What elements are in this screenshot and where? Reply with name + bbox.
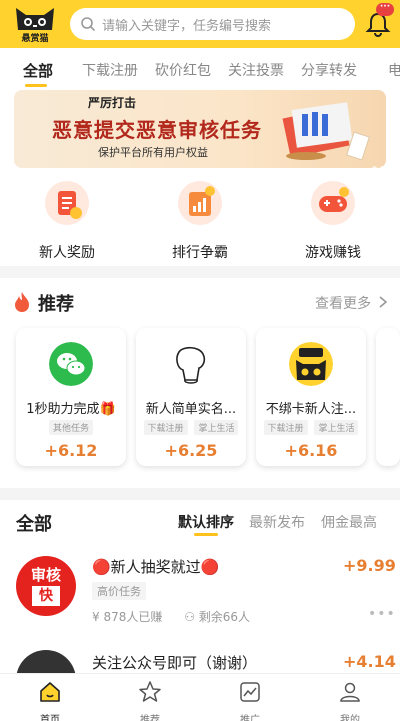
card-reward: +6.16 <box>284 441 338 460</box>
nav-recommend[interactable]: 推荐 <box>120 680 180 721</box>
card-tags: 下载注册 掌上生活 <box>256 420 366 435</box>
quick-links: 新人奖励 排行争霸 游戏赚钱 <box>0 174 400 266</box>
quick-link-leaderboard[interactable]: 排行争霸 <box>140 180 260 262</box>
task-tag: 高价任务 <box>92 582 146 600</box>
card-reward: +6.12 <box>44 441 98 460</box>
chevron-right-icon <box>379 296 388 308</box>
card-title: 新人简单实名... <box>145 402 237 417</box>
tab-follow-vote[interactable]: 关注投票 <box>228 60 284 80</box>
recommend-card[interactable]: 新人简单实名... 下载注册 掌上生活 +6.25 <box>136 328 246 466</box>
user-icon <box>340 682 360 702</box>
recommend-card[interactable]: 1秒助力完成🎁 其他任务 +6.12 <box>16 328 126 466</box>
nav-label: 我的 <box>340 715 360 721</box>
banner-subtitle-bottom: 保护平台所有用户权益 <box>98 146 208 159</box>
remaining-count: 剩余66人 <box>198 610 251 624</box>
quick-link-game-earn[interactable]: 游戏赚钱 <box>273 180 393 262</box>
recommend-title: 推荐 <box>38 294 74 315</box>
nav-label: 首页 <box>40 715 60 721</box>
task-price: +4.14 <box>343 652 396 671</box>
quick-link-label: 新人奖励 <box>39 245 95 261</box>
sort-newest[interactable]: 最新发布 <box>249 512 305 532</box>
banner-section: 严厉打击 恶意提交恶意审核任务 保护平台所有用户权益 <box>0 90 400 174</box>
nav-label: 推荐 <box>140 715 160 721</box>
card-tag: 掌上生活 <box>194 420 239 435</box>
card-tag: 掌上生活 <box>314 420 359 435</box>
card-tag: 下载注册 <box>263 420 308 435</box>
card-title: 1秒助力完成🎁 <box>26 402 116 417</box>
chart-icon <box>240 682 260 702</box>
gift-list-icon <box>45 181 89 225</box>
logo-text: 悬赏猫 <box>21 34 49 44</box>
card-tags: 其他任务 <box>16 420 126 435</box>
person-icon: ⚇ <box>184 610 199 624</box>
chart-up-icon <box>178 181 222 225</box>
quick-link-label: 游戏赚钱 <box>305 245 361 261</box>
quick-link-label: 排行争霸 <box>172 245 228 261</box>
search-icon <box>81 17 95 31</box>
tab-share-forward[interactable]: 分享转发 <box>301 60 357 80</box>
search-input[interactable]: 请输入关键字，任务编号搜索 <box>70 8 355 40</box>
star-icon <box>139 681 161 702</box>
card-tag: 其他任务 <box>48 420 93 435</box>
cat-outline-icon <box>169 342 213 386</box>
search-placeholder: 请输入关键字，任务编号搜索 <box>102 19 272 34</box>
app-logo[interactable]: 悬赏猫 <box>10 4 60 44</box>
sort-highest-commission[interactable]: 佣金最高 <box>321 512 377 532</box>
avatar-text-bottom: 快 <box>32 586 60 606</box>
task-meta: ¥ 878人已赚 ⚇ 剩余66人 <box>92 608 250 625</box>
bottom-nav: 首页 推荐 推广 我的 <box>0 673 400 721</box>
xuanshangmao-logo-icon <box>289 342 333 386</box>
more-options-icon[interactable]: ••• <box>368 606 396 622</box>
card-reward: +6.25 <box>164 441 218 460</box>
all-tasks-section: 全部 默认排序 最新发布 佣金最高 审核 快 🔴新人抽奖就过🔴 +9.99 高价… <box>0 500 400 710</box>
sort-default[interactable]: 默认排序 <box>178 512 234 532</box>
card-tags: 下载注册 掌上生活 <box>136 420 246 435</box>
category-tabs: 全部 下载注册 砍价红包 关注投票 分享转发 电 <box>0 48 400 90</box>
tab-indicator <box>25 84 47 87</box>
task-title: 🔴新人抽奖就过🔴 <box>92 558 220 576</box>
nav-label: 推广 <box>240 715 260 721</box>
home-icon <box>40 682 60 702</box>
quick-link-newbie-reward[interactable]: 新人奖励 <box>7 180 127 262</box>
banner-subtitle-top: 严厉打击 <box>88 96 137 110</box>
flame-icon <box>15 292 29 312</box>
notification-badge: ··· <box>376 3 394 16</box>
tab-all[interactable]: 全部 <box>23 60 53 81</box>
task-price: +9.99 <box>343 556 396 575</box>
all-tasks-title: 全部 <box>16 514 52 535</box>
earned-count: 878人已赚 <box>103 610 163 624</box>
task-avatar: 审核 快 <box>16 556 76 616</box>
banner-title: 恶意提交恶意审核任务 <box>52 118 262 142</box>
view-more-link[interactable]: 查看更多 <box>315 293 371 313</box>
banner-pagination <box>369 156 385 168</box>
tab-more-partial[interactable]: 电 <box>388 60 400 80</box>
promo-banner[interactable]: 严厉打击 恶意提交恶意审核任务 保护平台所有用户权益 <box>14 90 386 168</box>
nav-promote[interactable]: 推广 <box>220 680 280 721</box>
gamepad-icon <box>311 181 355 225</box>
app-header: 悬赏猫 请输入关键字，任务编号搜索 ··· <box>0 0 400 48</box>
recommend-card[interactable]: 不绑卡新人注... 下载注册 掌上生活 +6.16 <box>256 328 366 466</box>
recommend-section: 推荐 查看更多 1秒助力完成🎁 其他任务 +6.12 新人简单实名... 下载注… <box>0 278 400 488</box>
nav-home[interactable]: 首页 <box>20 680 80 721</box>
task-title: 关注公众号即可（谢谢） <box>92 654 258 672</box>
card-title: 不绑卡新人注... <box>265 402 357 417</box>
gavel-books-illustration-icon <box>282 102 370 161</box>
avatar-text-top: 审核 <box>30 566 61 584</box>
sort-indicator <box>194 533 218 536</box>
cat-logo-icon <box>16 8 54 30</box>
tab-download-register[interactable]: 下载注册 <box>82 60 138 80</box>
nav-mine[interactable]: 我的 <box>320 680 380 721</box>
card-tag: 下载注册 <box>143 420 188 435</box>
tab-bargain-redpacket[interactable]: 砍价红包 <box>155 60 211 80</box>
yen-icon: ¥ <box>92 610 104 624</box>
recommend-card-partial[interactable] <box>376 328 400 466</box>
wechat-icon <box>49 342 93 386</box>
